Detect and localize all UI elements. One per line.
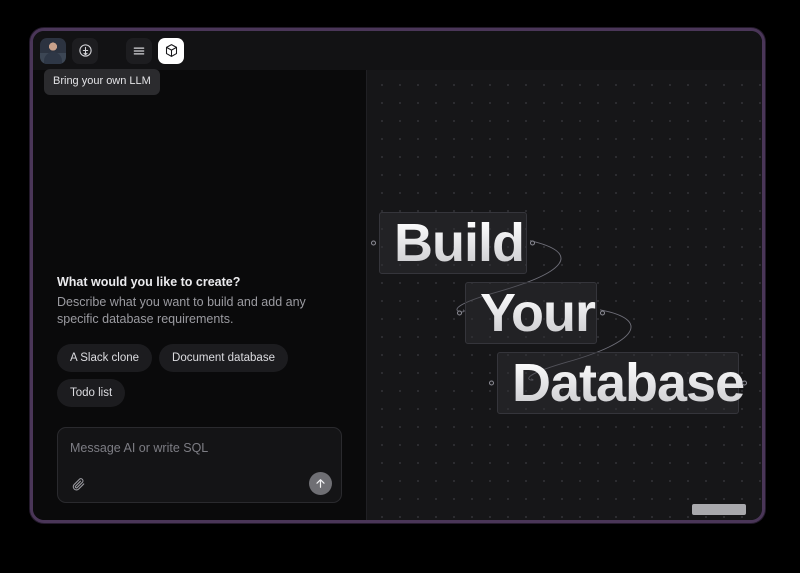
- node-port-right[interactable]: [600, 310, 605, 316]
- user-avatar: [40, 37, 66, 64]
- composer: [57, 427, 342, 503]
- canvas-panel[interactable]: Build Your Database: [367, 70, 762, 520]
- menu-button[interactable]: [126, 37, 152, 64]
- hamburger-menu-icon: [133, 46, 145, 55]
- node-port-right[interactable]: [530, 240, 535, 246]
- horizontal-scrollbar[interactable]: [692, 504, 746, 515]
- body-split: What would you like to create? Describe …: [33, 70, 762, 520]
- node-port-right[interactable]: [742, 380, 747, 386]
- byo-llm-button[interactable]: [72, 37, 98, 64]
- send-button[interactable]: [309, 472, 332, 495]
- node-port-left[interactable]: [457, 310, 462, 316]
- node-port-left[interactable]: [489, 380, 494, 386]
- tooltip-bring-your-own-llm: Bring your own LLM: [44, 69, 160, 95]
- node-port-left[interactable]: [371, 240, 376, 246]
- chat-panel: What would you like to create? Describe …: [33, 70, 367, 520]
- toolbar: [33, 31, 762, 70]
- arrow-up-icon: [316, 479, 325, 488]
- attach-button[interactable]: [68, 474, 88, 494]
- chip-a-slack-clone[interactable]: A Slack clone: [57, 344, 153, 372]
- node-your[interactable]: Your: [457, 282, 605, 344]
- chip-document-database[interactable]: Document database: [159, 344, 288, 372]
- node-label: Database: [498, 352, 758, 414]
- chip-todo-list[interactable]: Todo list: [57, 379, 126, 407]
- app-window: Bring your own LLM What would you like t…: [30, 28, 765, 523]
- paperclip-icon: [72, 477, 84, 490]
- suggestion-chips: A Slack clone Document database Todo lis…: [57, 344, 342, 407]
- node-build[interactable]: Build: [371, 212, 535, 274]
- node-database[interactable]: Database: [489, 352, 747, 414]
- node-label: Build: [380, 212, 538, 274]
- message-input[interactable]: [70, 441, 329, 455]
- node-label: Your: [466, 282, 609, 344]
- avatar-button[interactable]: [40, 37, 66, 64]
- page-title: What would you like to create?: [57, 274, 241, 289]
- cube-icon: [165, 44, 177, 57]
- prompt-subtext: Describe what you want to build and add …: [57, 294, 306, 327]
- schema-button[interactable]: [158, 37, 184, 64]
- anchor-circle-icon: [78, 44, 92, 57]
